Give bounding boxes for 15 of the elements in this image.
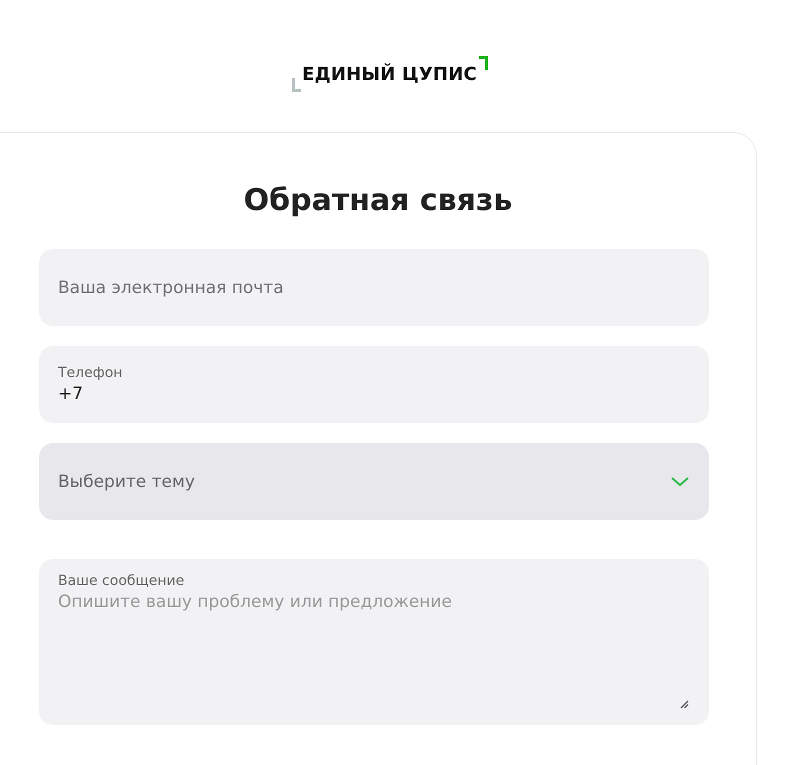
phone-input[interactable]: +7 <box>58 384 690 404</box>
message-input[interactable]: Опишите вашу проблему или предложение <box>58 592 690 702</box>
chevron-down-icon <box>671 476 689 486</box>
phone-field[interactable]: Телефон +7 <box>39 346 709 423</box>
field-label: Телефон <box>58 365 124 381</box>
field-label: Ваше сообщение <box>58 573 186 589</box>
corner-icon <box>478 56 488 70</box>
topic-select[interactable]: Выберите тему <box>39 443 709 520</box>
corner-icon <box>292 78 302 92</box>
message-field[interactable]: Ваше сообщение Опишите вашу проблему или предложение <box>39 559 709 725</box>
form-title: Обратная связь <box>242 183 514 218</box>
resize-grip-icon <box>680 700 689 709</box>
email-field[interactable]: Ваша электронная почта <box>39 249 709 326</box>
select-placeholder: Выберите тему <box>58 472 195 492</box>
logo-text: ЕДИНЫЙ ЦУПИС <box>302 64 477 85</box>
